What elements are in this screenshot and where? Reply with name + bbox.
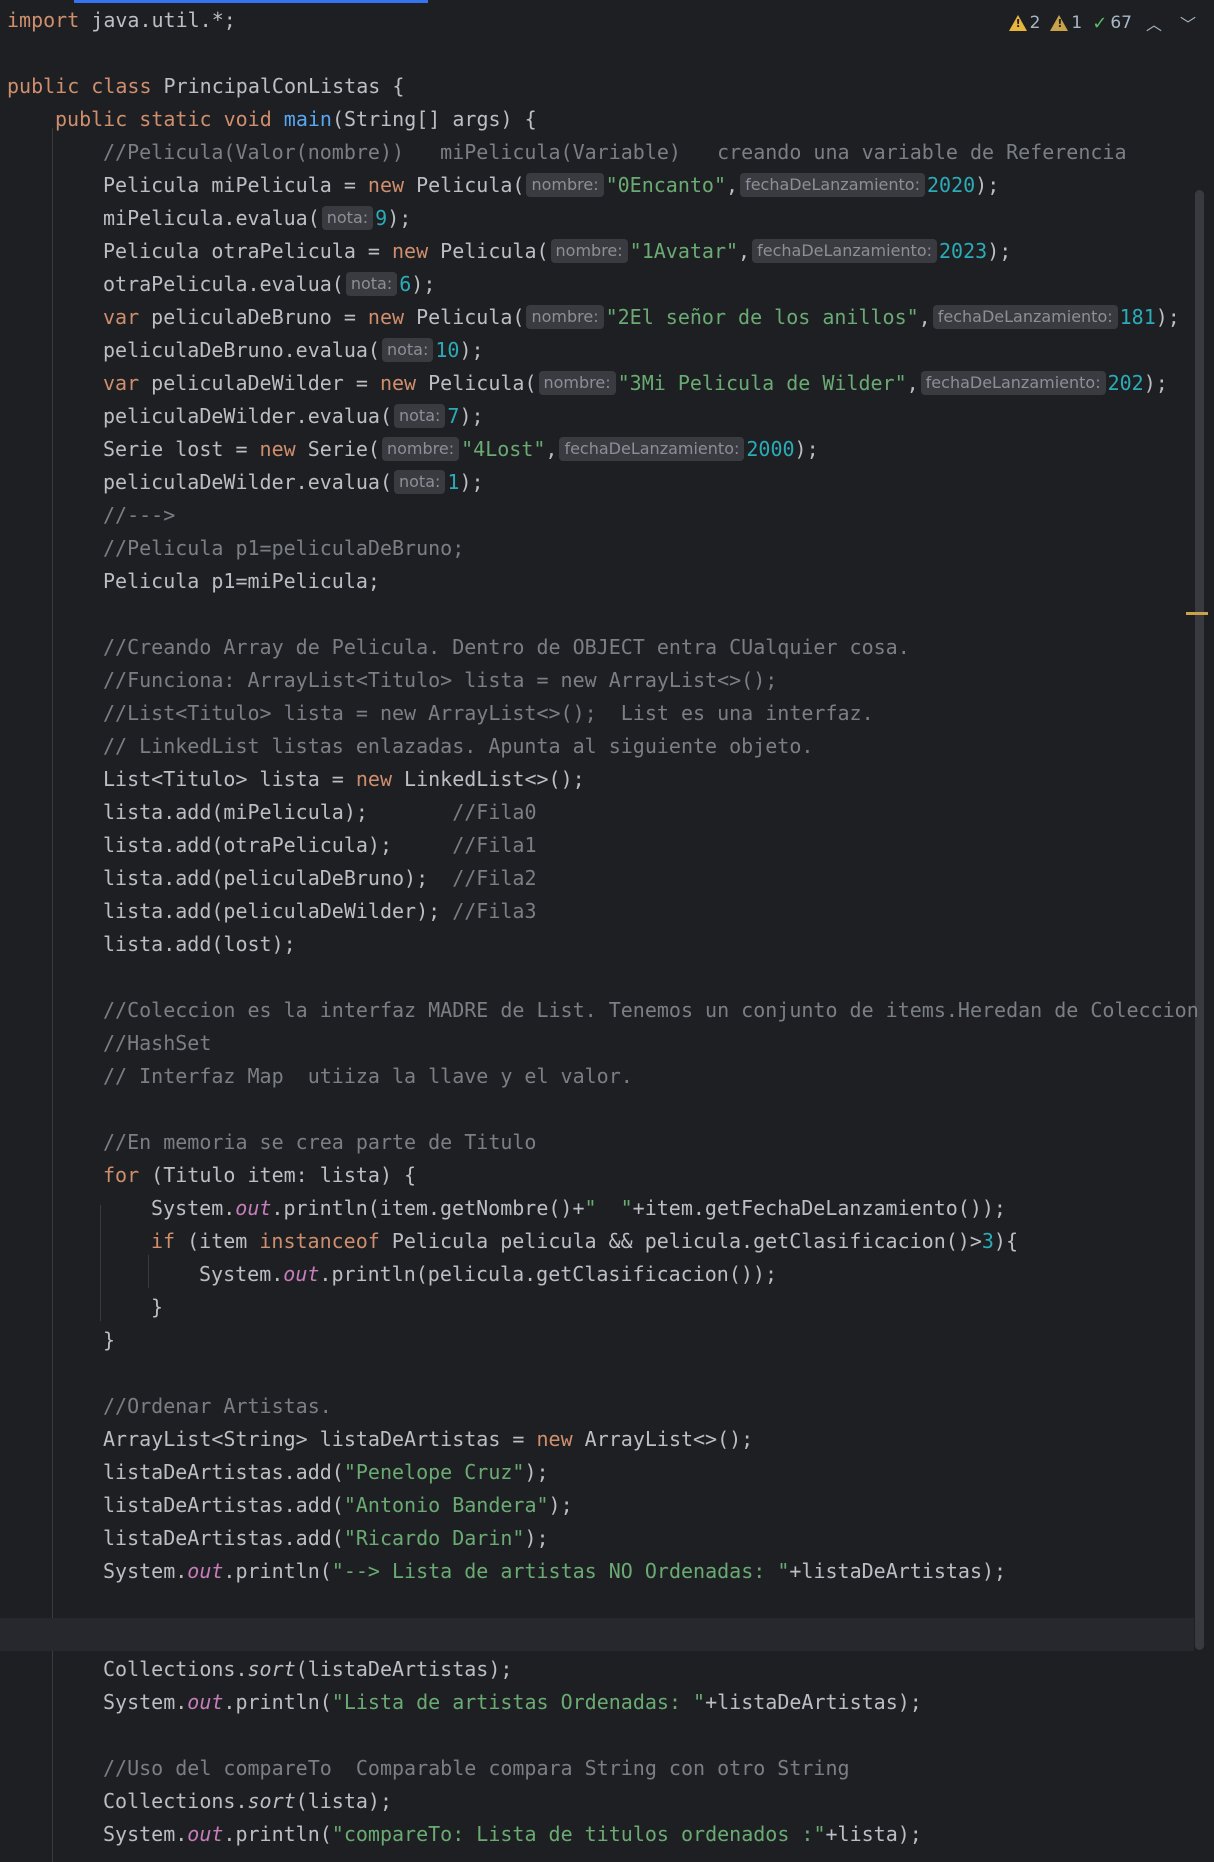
typos-count[interactable]: ✓ 67 <box>1092 13 1132 34</box>
code-line-31[interactable]: //Coleccion es la interfaz MADRE de List… <box>103 994 1199 1027</box>
parameter-hint-nota: nota: <box>393 404 446 428</box>
code-line-44[interactable]: ArrayList<String> listaDeArtistas = new … <box>103 1423 753 1456</box>
code-line-20[interactable]: //Creando Array de Pelicula. Dentro de O… <box>103 631 910 664</box>
code-line-22[interactable]: //List<Titulo> lista = new ArrayList<>()… <box>103 697 874 730</box>
code-line-35[interactable]: //En memoria se crea parte de Titulo <box>103 1126 536 1159</box>
parameter-hint-nota: nota: <box>345 272 398 296</box>
current-line-highlight <box>0 1618 1194 1651</box>
parameter-hint-nombre: nombre: <box>550 239 628 263</box>
previous-highlight-arrow-icon[interactable]: ︿ <box>1142 11 1166 35</box>
vertical-scrollbar[interactable] <box>1195 190 1204 1650</box>
indent-guide <box>52 128 53 1862</box>
code-line-21[interactable]: //Funciona: ArrayList<Titulo> lista = ne… <box>103 664 777 697</box>
code-line-17[interactable]: //Pelicula p1=peliculaDeBruno; <box>103 532 464 565</box>
code-line-29[interactable]: lista.add(lost); <box>103 928 296 961</box>
typo-check-icon: ✓ <box>1092 12 1108 34</box>
warning-icon <box>1008 15 1027 31</box>
parameter-hint-nombre: nombre: <box>381 437 460 461</box>
indent-guide <box>100 1205 101 1321</box>
code-line-1[interactable]: import java.util.*; <box>7 4 236 37</box>
parameter-hint-nombre: nombre: <box>526 173 604 197</box>
code-line-28[interactable]: lista.add(peliculaDeWilder); //Fila3 <box>103 895 537 928</box>
warnings-count[interactable]: 2 <box>1008 13 1040 33</box>
code-line-54[interactable]: //Uso del compareTo Comparable compara S… <box>103 1752 850 1785</box>
active-tab-indicator <box>74 0 428 3</box>
code-line-47[interactable]: listaDeArtistas.add("Ricardo Darin"); <box>103 1522 549 1555</box>
code-line-52[interactable]: System.out.println("Lista de artistas Or… <box>103 1686 922 1719</box>
code-line-14[interactable]: Serie lost = new Serie(nombre: "4Lost", fe… <box>103 433 819 466</box>
code-line-3[interactable]: public class PrincipalConListas { <box>7 70 404 103</box>
code-line-16[interactable]: //---> <box>103 499 175 532</box>
code-line-11[interactable]: peliculaDeBruno.evalua(nota: 10); <box>103 334 484 367</box>
parameter-hint-fecha: fechaDeLanzamiento: <box>559 437 745 461</box>
inspection-widget[interactable]: 2 1 ✓67 ︿ ﹀ <box>1008 10 1200 36</box>
code-line-18[interactable]: Pelicula p1=miPelicula; <box>103 565 380 598</box>
next-highlight-arrow-icon[interactable]: ﹀ <box>1176 11 1200 35</box>
code-line-51[interactable]: Collections.sort(listaDeArtistas); <box>103 1653 512 1686</box>
parameter-hint-nota: nota: <box>381 338 434 362</box>
code-line-27[interactable]: lista.add(peliculaDeBruno); //Fila2 <box>103 862 537 895</box>
parameter-hint-fecha: fechaDeLanzamiento: <box>752 239 938 263</box>
parameter-hint-nombre: nombre: <box>526 305 604 329</box>
indent-guide <box>148 1255 149 1288</box>
code-line-55[interactable]: Collections.sort(lista); <box>103 1785 392 1818</box>
code-line-32[interactable]: //HashSet <box>103 1027 211 1060</box>
code-line-56[interactable]: System.out.println("compareTo: Lista de … <box>103 1818 922 1851</box>
code-editor[interactable]: 2 1 ✓67 ︿ ﹀ import java.util.*; public c… <box>0 0 1214 1862</box>
code-line-48[interactable]: System.out.println("--> Lista de artista… <box>103 1555 1006 1588</box>
weak-warnings-count[interactable]: 1 <box>1050 13 1082 33</box>
code-line-15[interactable]: peliculaDeWilder.evalua(nota: 1); <box>103 466 484 499</box>
parameter-hint-nombre: nombre: <box>538 371 616 395</box>
code-line-46[interactable]: listaDeArtistas.add("Antonio Bandera"); <box>103 1489 573 1522</box>
code-line-8[interactable]: Pelicula otraPelicula = new Pelicula(nom… <box>103 235 1011 268</box>
code-line-12[interactable]: var peliculaDeWilder = new Pelicula(nomb… <box>103 367 1168 400</box>
code-line-10[interactable]: var peliculaDeBruno = new Pelicula(nombr… <box>103 301 1180 334</box>
code-line-43[interactable]: //Ordenar Artistas. <box>103 1390 332 1423</box>
parameter-hint-fecha: fechaDeLanzamiento: <box>932 305 1118 329</box>
code-line-36[interactable]: for (Titulo item: lista) { <box>103 1159 416 1192</box>
code-line-5[interactable]: //Pelicula(Valor(nombre)) miPelicula(Var… <box>103 136 1127 169</box>
code-line-6[interactable]: Pelicula miPelicula = new Pelicula(nombr… <box>103 169 999 202</box>
error-stripe-marker[interactable] <box>1186 612 1208 615</box>
code-line-38[interactable]: if (item instanceof Pelicula pelicula &&… <box>151 1225 1018 1258</box>
code-line-4[interactable]: public static void main(String[] args) { <box>55 103 537 136</box>
weak-warning-icon <box>1050 15 1069 31</box>
code-line-45[interactable]: listaDeArtistas.add("Penelope Cruz"); <box>103 1456 549 1489</box>
parameter-hint-fecha: fechaDeLanzamiento: <box>920 371 1106 395</box>
parameter-hint-fecha: fechaDeLanzamiento: <box>740 173 925 197</box>
code-line-13[interactable]: peliculaDeWilder.evalua(nota: 7); <box>103 400 484 433</box>
code-line-39[interactable]: System.out.println(pelicula.getClasifica… <box>199 1258 777 1291</box>
code-line-40[interactable]: } <box>151 1291 163 1324</box>
code-line-25[interactable]: lista.add(miPelicula); //Fila0 <box>103 796 537 829</box>
code-line-23[interactable]: // LinkedList listas enlazadas. Apunta a… <box>103 730 813 763</box>
code-line-24[interactable]: List<Titulo> lista = new LinkedList<>(); <box>103 763 585 796</box>
code-line-9[interactable]: otraPelicula.evalua(nota: 6); <box>103 268 435 301</box>
code-line-33[interactable]: // Interfaz Map utiiza la llave y el val… <box>103 1060 633 1093</box>
parameter-hint-nota: nota: <box>321 206 374 230</box>
code-line-7[interactable]: miPelicula.evalua(nota: 9); <box>103 202 411 235</box>
code-line-41[interactable]: } <box>103 1324 115 1357</box>
code-line-37[interactable]: System.out.println(item.getNombre()+" "+… <box>151 1192 1006 1225</box>
code-line-26[interactable]: lista.add(otraPelicula); //Fila1 <box>103 829 537 862</box>
parameter-hint-nota: nota: <box>393 470 446 494</box>
